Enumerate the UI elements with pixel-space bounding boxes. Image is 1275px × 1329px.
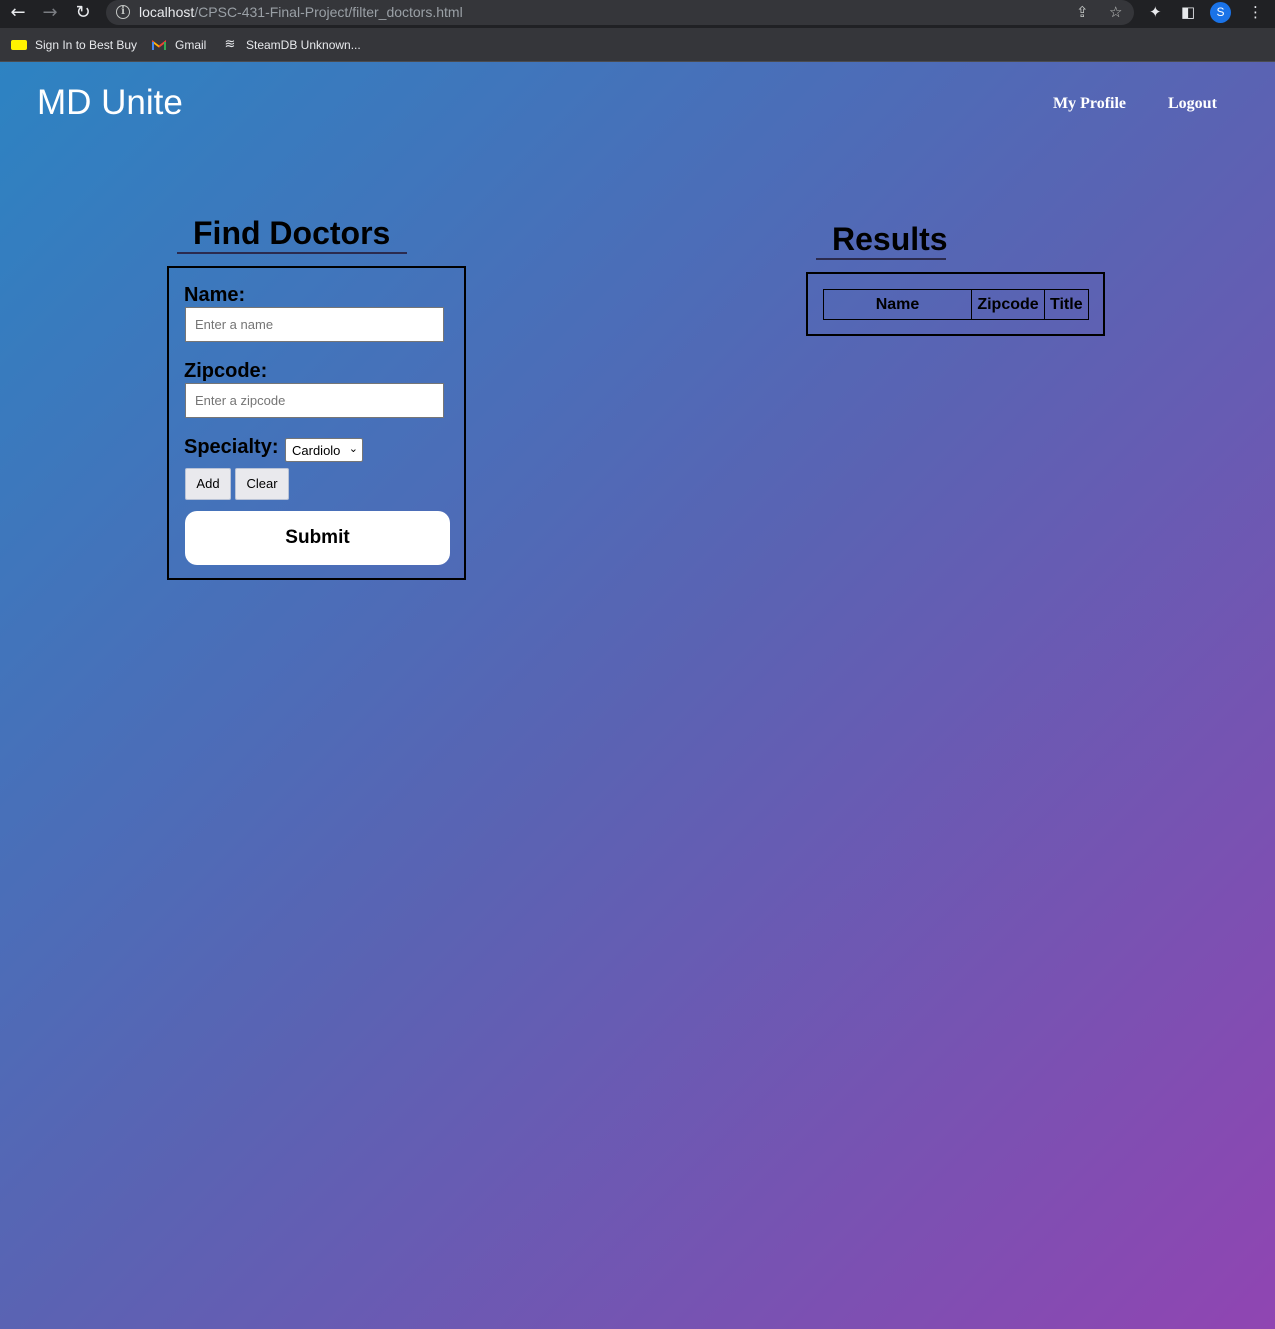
submit-button[interactable]: Submit xyxy=(185,511,450,565)
gmail-icon xyxy=(152,39,166,51)
find-doctors-title: Find Doctors xyxy=(177,215,407,254)
side-panel-icon[interactable]: ◧ xyxy=(1181,3,1195,21)
share-icon[interactable]: ⇪ xyxy=(1076,3,1089,21)
table-header-row: Name Zipcode Title xyxy=(823,289,1089,320)
page-background: MD Unite My Profile Logout Find Doctors … xyxy=(0,62,1275,1329)
chevron-down-icon: ⌄ xyxy=(348,442,358,455)
extensions-icon[interactable]: ✦ xyxy=(1149,3,1162,21)
bookmarks-bar: Sign In to Best Buy Gmail ≋ SteamDB Unkn… xyxy=(0,28,1275,62)
results-title: Results xyxy=(816,221,948,260)
back-icon[interactable]: ← xyxy=(6,2,30,24)
bookmark-label: SteamDB Unknown... xyxy=(246,38,361,52)
specialty-selected-value: Cardiolo xyxy=(292,442,341,458)
column-header-zipcode: Zipcode xyxy=(971,289,1045,320)
steamdb-database-icon: ≋ xyxy=(224,37,236,52)
brand-logo[interactable]: MD Unite xyxy=(37,83,183,123)
name-label: Name: xyxy=(184,284,246,306)
menu-kebab-icon[interactable]: ⋮ xyxy=(1248,3,1263,21)
url-text: localhost/CPSC-431-Final-Project/filter_… xyxy=(139,4,463,20)
specialty-select[interactable]: Cardiolo ⌄ xyxy=(285,438,363,462)
bookmark-label: Gmail xyxy=(175,38,207,52)
zipcode-input[interactable] xyxy=(185,383,444,418)
site-info-icon[interactable]: i xyxy=(116,5,130,19)
zipcode-label: Zipcode: xyxy=(184,360,268,382)
bookmark-label: Sign In to Best Buy xyxy=(35,38,138,52)
bookmark-star-icon[interactable]: ☆ xyxy=(1109,3,1122,21)
nav-my-profile[interactable]: My Profile xyxy=(1053,95,1126,113)
specialty-label: Specialty: xyxy=(184,436,279,458)
results-table: Name Zipcode Title xyxy=(823,289,1089,320)
profile-avatar[interactable]: S xyxy=(1210,2,1231,23)
results-panel: Name Zipcode Title xyxy=(806,272,1105,336)
bookmark-best-buy[interactable]: Sign In to Best Buy xyxy=(11,36,137,54)
add-button[interactable]: Add xyxy=(185,468,231,500)
url-host: localhost xyxy=(139,4,195,20)
name-input[interactable] xyxy=(185,307,444,342)
bookmark-gmail[interactable]: Gmail xyxy=(152,36,206,54)
find-doctors-form: Name: Zipcode: Specialty: Cardiolo ⌄ Add… xyxy=(167,266,466,580)
browser-toolbar: ← → ↻ i localhost/CPSC-431-Final-Project… xyxy=(0,0,1275,28)
clear-button[interactable]: Clear xyxy=(235,468,289,500)
url-path: /CPSC-431-Final-Project/filter_doctors.h… xyxy=(194,4,463,20)
bookmark-steamdb[interactable]: ≋ SteamDB Unknown... xyxy=(222,36,361,54)
column-header-name: Name xyxy=(823,289,972,320)
reload-icon[interactable]: ↻ xyxy=(71,2,95,24)
nav-logout[interactable]: Logout xyxy=(1168,95,1217,113)
forward-icon[interactable]: → xyxy=(38,2,62,24)
column-header-title: Title xyxy=(1044,289,1089,320)
best-buy-tag-icon xyxy=(11,40,27,50)
address-bar[interactable]: i localhost/CPSC-431-Final-Project/filte… xyxy=(106,0,1134,25)
